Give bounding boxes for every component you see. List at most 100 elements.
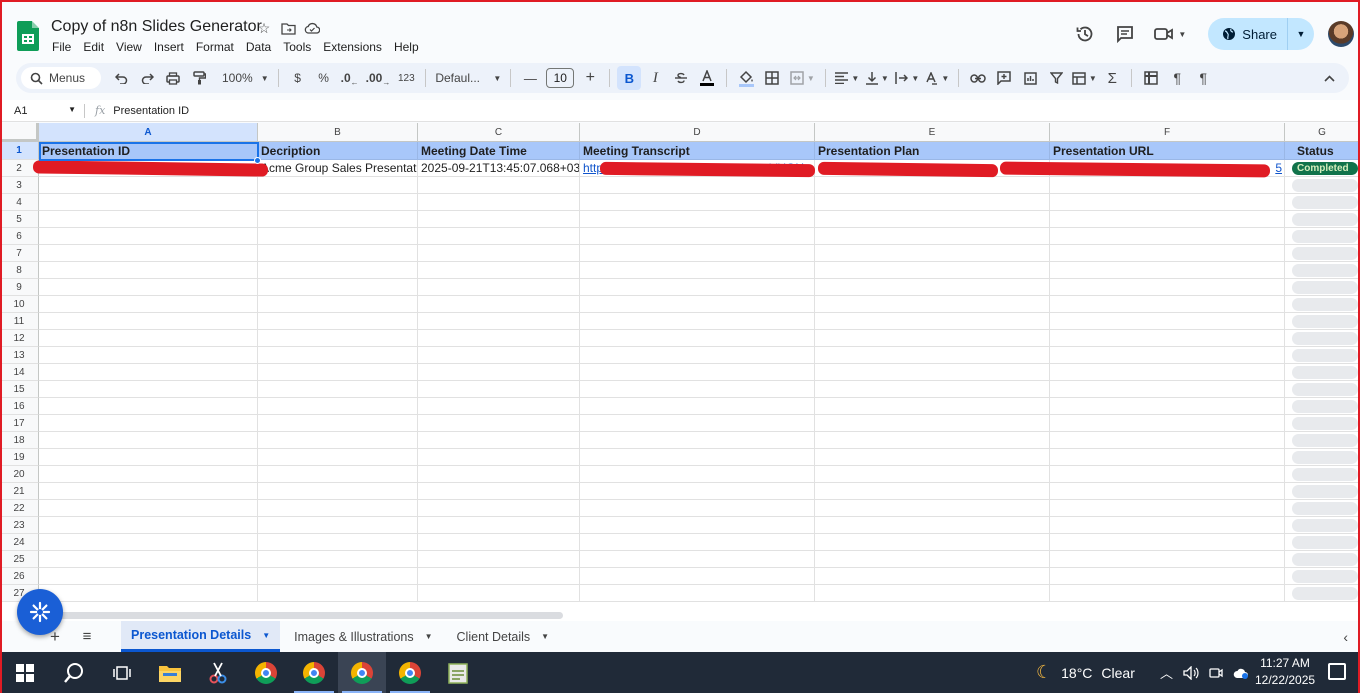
menu-tools[interactable]: Tools [277, 40, 317, 54]
grid-cell[interactable] [39, 313, 258, 330]
grid-cell[interactable] [258, 449, 418, 466]
functions-icon[interactable]: Σ [1100, 66, 1124, 90]
status-chip-empty[interactable] [1292, 212, 1358, 226]
grid-cell[interactable] [39, 534, 258, 551]
grid-cell[interactable] [1285, 466, 1360, 483]
grid-cell[interactable] [580, 381, 815, 398]
notepad-app-icon[interactable] [434, 652, 482, 693]
status-chip-empty[interactable] [1292, 348, 1358, 362]
status-chip-completed[interactable]: Completed [1292, 161, 1358, 175]
grid-cell[interactable] [39, 398, 258, 415]
status-chip-empty[interactable] [1292, 297, 1358, 311]
assistant-fab-icon[interactable] [17, 589, 63, 635]
grid-cell[interactable] [1285, 262, 1360, 279]
row-header-7[interactable]: 7 [0, 245, 39, 262]
font-size-increase-button[interactable]: + [578, 66, 602, 90]
grid-cell[interactable] [815, 381, 1050, 398]
grid-cell[interactable] [815, 466, 1050, 483]
grid-cell[interactable] [1285, 483, 1360, 500]
grid-cell[interactable] [39, 551, 258, 568]
header-cell-d[interactable]: Meeting Transcript [580, 142, 815, 160]
task-view-icon[interactable] [98, 652, 146, 693]
grid-cell[interactable] [39, 347, 258, 364]
grid-cell[interactable] [815, 347, 1050, 364]
grid-cell[interactable] [1285, 347, 1360, 364]
grid-cell[interactable] [258, 483, 418, 500]
grid-cell[interactable] [1050, 347, 1285, 364]
status-chip-empty[interactable] [1292, 331, 1358, 345]
filter-views-icon[interactable]: ▼ [1070, 66, 1098, 90]
meet-call-icon[interactable]: ▼ [1152, 21, 1188, 47]
grid-cell[interactable] [580, 279, 815, 296]
url-link-end[interactable]: 5 [1275, 161, 1282, 175]
grid-cell[interactable] [815, 398, 1050, 415]
document-title[interactable]: Copy of n8n Slides Generator [51, 18, 262, 36]
menu-edit[interactable]: Edit [77, 40, 110, 54]
column-header-d[interactable]: D [580, 123, 815, 142]
grid-cell[interactable] [815, 313, 1050, 330]
menu-view[interactable]: View [110, 40, 148, 54]
freeze-icon[interactable] [1139, 66, 1163, 90]
taskbar-search-icon[interactable] [50, 652, 98, 693]
row-header-26[interactable]: 26 [0, 568, 39, 585]
chrome-profile-1-icon[interactable] [242, 652, 290, 693]
grid-cell[interactable] [1285, 500, 1360, 517]
chrome-profile-3-icon[interactable] [338, 652, 386, 693]
grid-cell[interactable] [1285, 432, 1360, 449]
grid-cell[interactable] [418, 364, 580, 381]
grid-cell[interactable] [418, 534, 580, 551]
grid-cell[interactable] [580, 262, 815, 279]
grid-cell[interactable] [418, 415, 580, 432]
scroll-thumb[interactable] [40, 612, 563, 619]
grid-cell[interactable] [1050, 551, 1285, 568]
row-header-21[interactable]: 21 [0, 483, 39, 500]
collapse-toolbar-icon[interactable] [1317, 66, 1341, 90]
comments-icon[interactable] [1112, 21, 1138, 47]
row-header-8[interactable]: 8 [0, 262, 39, 279]
grid-cell[interactable] [258, 415, 418, 432]
menu-data[interactable]: Data [240, 40, 277, 54]
status-chip-empty[interactable] [1292, 229, 1358, 243]
row-header-20[interactable]: 20 [0, 466, 39, 483]
grid-cell[interactable] [258, 568, 418, 585]
status-chip-empty[interactable] [1292, 518, 1358, 532]
grid-cell[interactable] [39, 364, 258, 381]
header-cell-f[interactable]: Presentation URL [1050, 142, 1285, 160]
grid-cell[interactable] [1285, 568, 1360, 585]
grid-cell[interactable] [1285, 313, 1360, 330]
status-chip-empty[interactable] [1292, 416, 1358, 430]
grid-cell[interactable] [1050, 398, 1285, 415]
status-chip-empty[interactable] [1292, 501, 1358, 515]
grid-cell[interactable] [815, 517, 1050, 534]
grid-cell[interactable] [418, 313, 580, 330]
grid-cell[interactable] [39, 517, 258, 534]
grid-cell[interactable] [418, 347, 580, 364]
description-cell[interactable]: Acme Group Sales Presentation [258, 160, 418, 177]
row-header-1[interactable]: 1 [0, 142, 39, 160]
borders-icon[interactable] [760, 66, 784, 90]
share-dropdown-icon[interactable]: ▼ [1288, 18, 1314, 50]
grid-cell[interactable] [815, 330, 1050, 347]
grid-cell[interactable] [258, 296, 418, 313]
tray-overflow-icon[interactable]: ︿ [1160, 663, 1173, 682]
row-header-11[interactable]: 11 [0, 313, 39, 330]
grid-cell[interactable] [815, 534, 1050, 551]
row-header-4[interactable]: 4 [0, 194, 39, 211]
grid-cell[interactable] [1285, 381, 1360, 398]
grid-cell[interactable] [39, 568, 258, 585]
grid-cell[interactable] [418, 194, 580, 211]
status-chip-empty[interactable] [1292, 314, 1358, 328]
grid-cell[interactable] [418, 449, 580, 466]
grid-cell[interactable] [418, 245, 580, 262]
grid-cell[interactable] [258, 364, 418, 381]
header-cell-b[interactable]: Decription [258, 142, 418, 160]
grid-cell[interactable] [1285, 330, 1360, 347]
grid-cell[interactable] [258, 245, 418, 262]
tab-menu-icon[interactable]: ▼ [541, 632, 549, 641]
grid-cell[interactable] [418, 517, 580, 534]
grid-cell[interactable] [1285, 211, 1360, 228]
grid-cell[interactable] [815, 228, 1050, 245]
grid-cell[interactable] [418, 551, 580, 568]
tab-menu-icon[interactable]: ▼ [262, 631, 270, 640]
grid-cell[interactable] [580, 483, 815, 500]
